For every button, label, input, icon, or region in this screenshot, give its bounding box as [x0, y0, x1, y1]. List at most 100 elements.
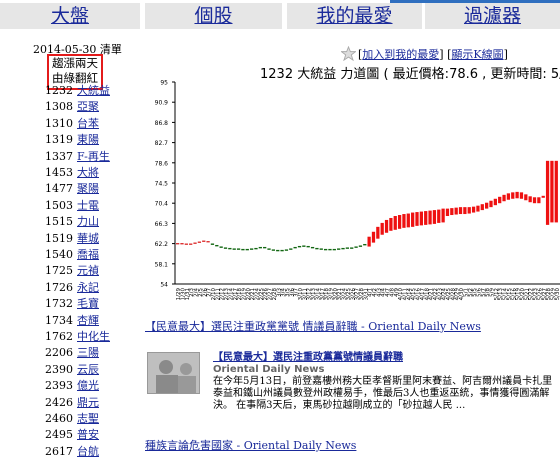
- data-bar: [202, 240, 206, 242]
- tab-filter[interactable]: 過濾器: [425, 3, 560, 29]
- x-tick-label: 5/30: [555, 288, 560, 301]
- data-bar: [184, 243, 188, 245]
- stock-name-link[interactable]: 聚陽: [77, 182, 99, 195]
- y-tick-label: 70.4: [155, 201, 169, 208]
- tab-favorites[interactable]: 我的最愛: [287, 3, 422, 29]
- star-icon[interactable]: [341, 46, 356, 61]
- data-bar: [289, 248, 293, 250]
- stock-name-link[interactable]: 億光: [77, 379, 99, 392]
- data-bar: [397, 215, 402, 229]
- stock-name-link[interactable]: 普安: [77, 428, 99, 441]
- stock-name-link[interactable]: 士電: [77, 199, 99, 212]
- stock-name-link[interactable]: 杏輝: [77, 314, 99, 327]
- bracket-separator: ] [: [439, 48, 452, 61]
- data-bar: [476, 205, 480, 212]
- data-bar: [302, 245, 306, 247]
- news-link-1[interactable]: 【民意最大】選民注重政黨黨號 情議員辭職 - Oriental Daily Ne…: [145, 320, 481, 333]
- stock-name-link[interactable]: 華城: [77, 232, 99, 245]
- stock-list-item: 1477 聚陽: [45, 181, 99, 197]
- stock-name-link[interactable]: 力山: [77, 215, 99, 228]
- data-bar: [454, 207, 458, 215]
- data-bar: [445, 208, 450, 217]
- data-bar: [498, 196, 502, 204]
- data-bar: [176, 243, 180, 245]
- stock-list-item: 2617 台航: [45, 444, 99, 460]
- news-photo-icon: [148, 353, 199, 393]
- data-bar: [471, 206, 476, 213]
- stock-code: 1732: [45, 297, 73, 311]
- data-bar: [337, 248, 341, 250]
- stock-list-item: 1519 華城: [45, 231, 99, 247]
- stock-list-item: 2460 志聖: [45, 411, 99, 427]
- data-bar: [415, 212, 419, 226]
- stock-name-link[interactable]: 云辰: [77, 363, 99, 376]
- tab-filter-link[interactable]: 過濾器: [464, 5, 521, 27]
- show-kline-link[interactable]: 顯示K線圖: [451, 48, 503, 61]
- tab-stock-link[interactable]: 個股: [194, 5, 232, 27]
- stock-name-link[interactable]: 志聖: [77, 412, 99, 425]
- news-item-2-title-row: 【民意最大】選民注重政黨黨號情議員辭職: [213, 352, 560, 364]
- stock-code: 1503: [45, 198, 73, 212]
- data-bar: [276, 249, 280, 252]
- stock-list-item: 1337 F-再生: [45, 149, 110, 165]
- stock-name-link[interactable]: 台航: [77, 445, 99, 458]
- stock-name-link[interactable]: 元禎: [77, 264, 99, 277]
- tab-favorites-link[interactable]: 我的最愛: [316, 5, 392, 27]
- tab-stock[interactable]: 個股: [145, 3, 282, 29]
- stock-name-link[interactable]: 東陽: [77, 133, 99, 146]
- data-bar: [371, 231, 376, 243]
- stock-list-item: 2426 鼎元: [45, 395, 99, 411]
- data-bar: [480, 204, 484, 211]
- stock-list-item: 2206 三陽: [45, 345, 99, 361]
- stock-name-link[interactable]: 三陽: [77, 346, 99, 359]
- y-tick-label: 58.1: [155, 261, 169, 268]
- data-bar: [245, 248, 249, 251]
- data-bar: [406, 213, 410, 228]
- data-bar: [367, 236, 371, 247]
- data-bar: [258, 246, 262, 249]
- stock-name-link[interactable]: 喬福: [77, 248, 99, 261]
- news-link-1-row: 【民意最大】選民注重政黨黨號 情議員辭職 - Oriental Daily Ne…: [145, 318, 481, 334]
- data-bar: [428, 210, 432, 225]
- tab-market[interactable]: 大盤: [0, 3, 140, 29]
- stock-name-link[interactable]: 永記: [77, 281, 99, 294]
- data-bar: [180, 243, 184, 245]
- stock-list-item: 1503 士電: [45, 198, 99, 214]
- stock-code: 1515: [45, 215, 73, 229]
- news-link-3[interactable]: 種族言論危害國家 - Oriental Daily News: [145, 439, 356, 452]
- data-bar: [393, 216, 397, 230]
- stock-code: 1762: [45, 330, 73, 343]
- data-bar: [502, 194, 506, 202]
- data-bar: [519, 192, 524, 199]
- data-bar: [515, 191, 519, 199]
- stock-name-link[interactable]: 台苯: [77, 117, 99, 130]
- data-bar: [380, 222, 384, 235]
- stock-name-link[interactable]: 鼎元: [77, 396, 99, 409]
- y-tick-label: 74.5: [155, 181, 169, 188]
- y-tick-label: 95: [160, 80, 168, 87]
- stock-list-item: 2390 云辰: [45, 362, 99, 378]
- data-bar: [193, 242, 197, 244]
- stock-code: 1337: [45, 149, 73, 163]
- stock-code: 2393: [45, 379, 73, 393]
- stock-name-link[interactable]: F-再生: [77, 150, 110, 163]
- data-bar: [524, 194, 528, 201]
- data-bar: [219, 246, 223, 248]
- data-bar: [402, 214, 406, 228]
- news-item-2-title[interactable]: 【民意最大】選民注重政黨黨號情議員辭職: [213, 352, 403, 363]
- news-thumbnail[interactable]: [147, 352, 200, 394]
- data-bar: [319, 248, 323, 250]
- tab-market-link[interactable]: 大盤: [51, 5, 89, 27]
- data-bar: [350, 247, 354, 249]
- stock-name-link[interactable]: 大統益: [77, 84, 110, 97]
- data-bar: [210, 243, 215, 245]
- add-favorite-link[interactable]: 加入到我的最愛: [362, 48, 439, 61]
- stock-name-link[interactable]: 亞聚: [77, 100, 99, 113]
- data-bar: [354, 246, 358, 248]
- stock-name-link[interactable]: 毛寶: [77, 297, 99, 310]
- stock-name-link[interactable]: 中化生: [77, 330, 110, 343]
- stock-name-link[interactable]: 大將: [77, 166, 99, 179]
- stock-code: 1519: [45, 231, 73, 245]
- data-bar: [197, 241, 202, 243]
- stock-list-item: 1725 元禎: [45, 263, 99, 279]
